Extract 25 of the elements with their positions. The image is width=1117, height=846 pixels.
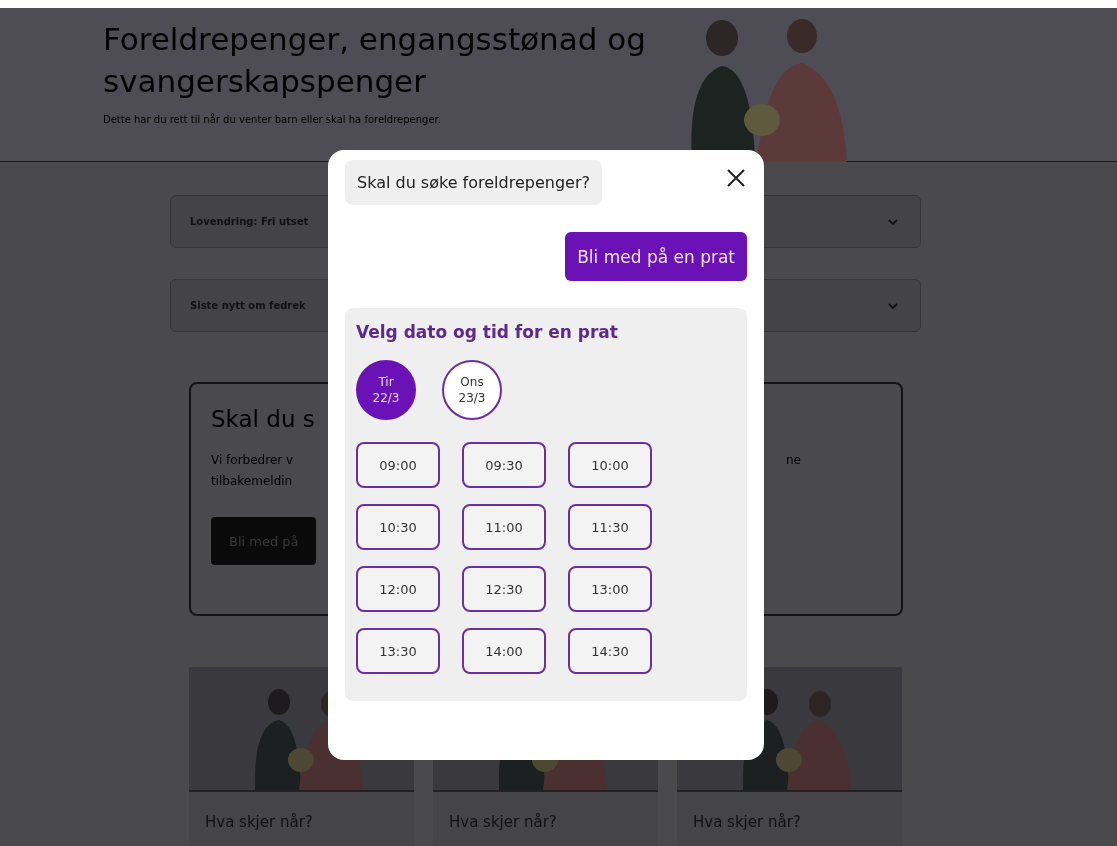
promo-text: Vi forbedrer v [211,452,294,469]
join-chat-button[interactable]: Bli med på en prat [565,232,747,281]
date-option[interactable]: Ons 23/3 [442,360,502,420]
time-slot[interactable]: 12:00 [356,566,440,612]
time-slot[interactable]: 13:00 [568,566,652,612]
time-slot[interactable]: 11:00 [462,504,546,550]
promo-text: tilbakemeldin [211,473,294,490]
time-slot[interactable]: 09:30 [462,442,546,488]
time-slot[interactable]: 14:30 [568,628,652,674]
time-slot[interactable]: 10:00 [568,442,652,488]
promo-title: Skal du s [211,406,315,432]
time-slot[interactable]: 14:00 [462,628,546,674]
page-title: Foreldrepenger, engangsstønad og svangerskapspenger [103,20,647,101]
chevron-icon [888,218,898,225]
time-slot[interactable]: 12:30 [462,566,546,612]
time-slot[interactable]: 10:30 [356,504,440,550]
time-slot[interactable]: 11:30 [568,504,652,550]
time-slot[interactable]: 13:30 [356,628,440,674]
chevron-icon [888,302,898,309]
booking-title: Velg dato og tid for en prat [356,322,619,342]
page-subtitle: Dette har du rett til når du venter barn eller skal ha foreldrepenger. [103,114,442,125]
date-option[interactable]: Tir 22/3 [356,360,416,420]
chat-message: Skal du søke foreldrepenger? [345,160,602,205]
time-slot[interactable]: 09:00 [356,442,440,488]
promo-text: ne [786,452,801,469]
